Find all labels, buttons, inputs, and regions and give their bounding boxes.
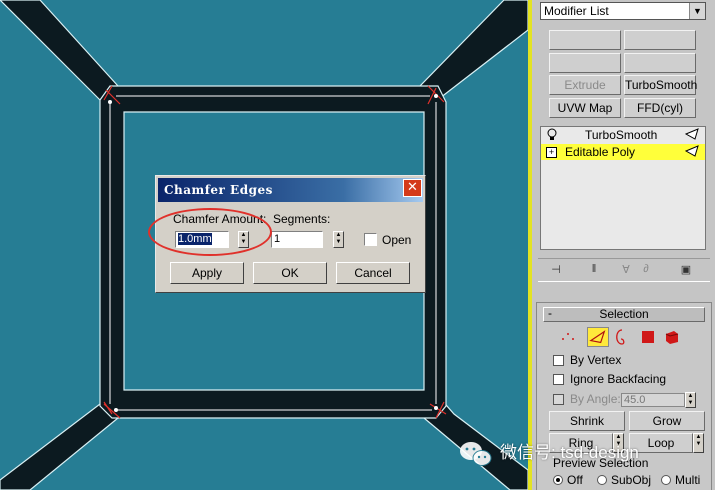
ffd-cyl-button[interactable]: FFD(cyl)	[624, 98, 696, 118]
polygon-mode-icon[interactable]	[637, 327, 659, 347]
edge-mode-icon[interactable]	[587, 327, 609, 347]
preview-off-label: Off	[567, 473, 583, 487]
by-angle-spinner[interactable]: ▲ ▼	[685, 392, 696, 408]
remove-modifier-icon[interactable]: ∂	[638, 263, 654, 277]
element-mode-icon[interactable]	[661, 327, 683, 347]
cancel-button[interactable]: Cancel	[336, 262, 410, 284]
plus-icon[interactable]: +	[546, 147, 557, 158]
ignore-backfacing-label: Ignore Backfacing	[570, 372, 667, 386]
stack-item-label: Editable Poly	[565, 145, 636, 159]
selection-rollout-header[interactable]: - Selection	[543, 307, 705, 322]
make-unique-icon[interactable]: ∀	[618, 263, 634, 277]
apply-button[interactable]: Apply	[170, 262, 244, 284]
close-icon[interactable]: ✕	[403, 179, 422, 197]
preview-subobj-label: SubObj	[611, 473, 652, 487]
watermark-text: 微信号: tsd-design	[500, 443, 639, 462]
shrink-button[interactable]: Shrink	[549, 411, 625, 431]
modifier-list-label: Modifier List	[544, 4, 609, 18]
modifier-set-button-1[interactable]	[549, 30, 621, 50]
segments-spinner[interactable]: ▲ ▼	[333, 231, 344, 248]
preview-multi-radio[interactable]	[661, 475, 671, 485]
segments-label: Segments:	[273, 212, 331, 226]
configure-sets-icon[interactable]: ▣	[678, 263, 694, 277]
modifier-list-dropdown[interactable]: Modifier List ▼	[540, 2, 706, 20]
vertex-mode-icon[interactable]	[557, 327, 579, 347]
pin-stack-icon[interactable]: ⊣	[548, 263, 564, 277]
uvw-map-button[interactable]: UVW Map	[549, 98, 621, 118]
stack-item-editable-poly[interactable]: + Editable Poly	[541, 144, 705, 160]
by-angle-input[interactable]: 45.0	[621, 393, 685, 407]
command-panel: Modifier List ▼ Extrude TurboSmooth UVW …	[532, 0, 715, 490]
segments-input[interactable]: 1	[271, 231, 323, 248]
stack-item-label: TurboSmooth	[585, 128, 658, 142]
by-angle-label: By Angle:	[570, 392, 621, 406]
dialog-title: Chamfer Edges	[158, 178, 423, 202]
triangle-icon	[685, 128, 699, 140]
collapse-icon: -	[548, 306, 552, 320]
loop-spinner[interactable]: ▲ ▼	[693, 433, 704, 453]
extrude-button[interactable]: Extrude	[549, 75, 621, 95]
wechat-logo-icon	[460, 442, 492, 466]
open-label: Open	[382, 233, 412, 247]
by-vertex-checkbox[interactable]	[553, 355, 564, 366]
ok-button[interactable]: OK	[253, 262, 327, 284]
preview-off-radio[interactable]	[553, 475, 563, 485]
triangle-icon	[685, 145, 699, 157]
open-checkbox[interactable]	[364, 233, 377, 246]
by-vertex-label: By Vertex	[570, 353, 622, 367]
modifier-set-button-3[interactable]	[549, 53, 621, 73]
by-angle-checkbox[interactable]	[553, 394, 564, 405]
chevron-down-icon[interactable]: ▼	[689, 3, 705, 19]
show-end-result-icon[interactable]: ‖	[586, 263, 602, 277]
rollout-title: Selection	[599, 307, 649, 321]
modifier-set-button-2[interactable]	[624, 30, 696, 50]
border-mode-icon[interactable]	[611, 327, 633, 347]
preview-subobj-radio[interactable]	[597, 475, 607, 485]
ignore-backfacing-checkbox[interactable]	[553, 374, 564, 385]
stack-item-turbosmooth[interactable]: TurboSmooth	[541, 127, 705, 143]
stack-toolbar: ⊣ ‖ ∀ ∂ ▣	[538, 258, 710, 282]
modifier-stack: TurboSmooth + Editable Poly	[540, 126, 706, 250]
turbosmooth-button[interactable]: TurboSmooth	[624, 75, 697, 95]
lightbulb-icon[interactable]	[547, 128, 557, 141]
modifier-set-button-4[interactable]	[624, 53, 696, 73]
annotation-ellipse	[148, 208, 272, 256]
grow-button[interactable]: Grow	[629, 411, 705, 431]
preview-multi-label: Multi	[675, 473, 701, 487]
